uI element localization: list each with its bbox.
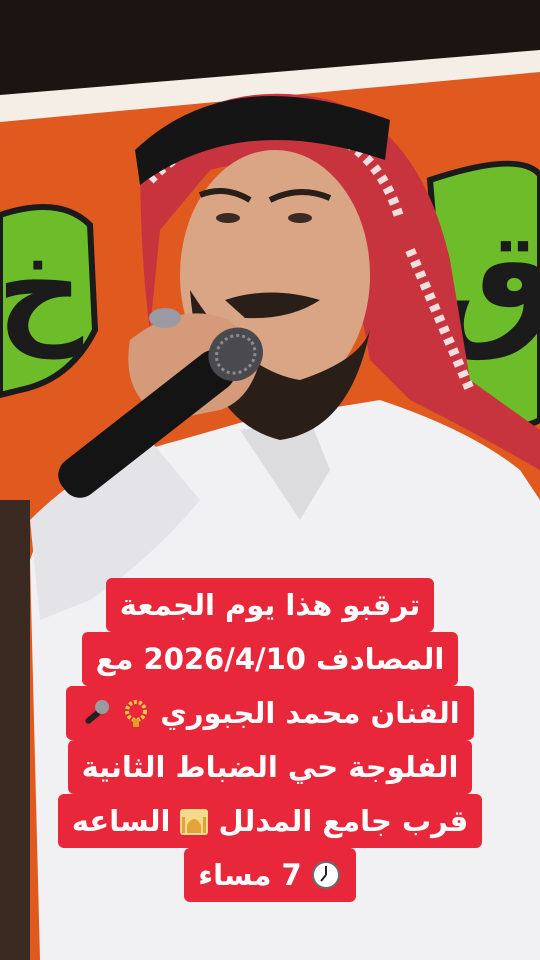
banner-letter-left: خ: [0, 220, 84, 359]
caption-text-5a: قرب جامع المدلل: [218, 804, 469, 838]
caption-text-2: المصادف 2026/4/10 مع: [95, 642, 445, 676]
caption-text-3: الفنان محمد الجبوري: [160, 696, 460, 730]
caption-line-2: المصادف 2026/4/10 مع: [81, 632, 459, 686]
microphone-icon: [85, 700, 110, 724]
caption-text-5b: الساعه: [71, 804, 171, 838]
right-eye: [288, 213, 312, 223]
clock-icon: [311, 861, 340, 889]
caption-line-6: 7 مساء: [184, 848, 356, 902]
caption-overlay: ترقبو هذا يوم الجمعة المصادف 2026/4/10 م…: [0, 578, 540, 902]
caption-text-4: الفلوجة حي الضباط الثانية: [81, 750, 459, 784]
mosque-icon: [180, 809, 209, 835]
prayer-beads-icon: [125, 700, 148, 727]
caption-line-1: ترقبو هذا يوم الجمعة: [105, 578, 435, 632]
ring: [149, 308, 181, 328]
caption-line-5: قرب جامع المدلل الساعه: [57, 794, 483, 848]
left-eye: [216, 213, 240, 223]
caption-text-1: ترقبو هذا يوم الجمعة: [119, 588, 421, 622]
caption-text-6: 7 مساء: [198, 858, 302, 892]
caption-line-4: الفلوجة حي الضباط الثانية: [67, 740, 473, 794]
caption-line-3: الفنان محمد الجبوري: [66, 686, 474, 740]
